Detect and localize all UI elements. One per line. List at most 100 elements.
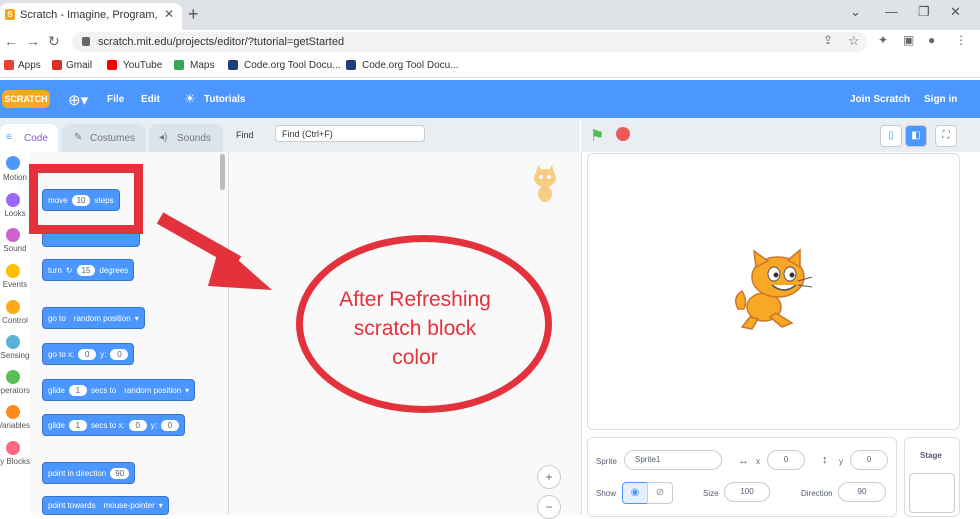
stop-icon[interactable] — [616, 127, 630, 141]
forward-icon[interactable]: → — [26, 33, 40, 49]
annotation-text: After Refreshing scratch block color — [310, 285, 520, 372]
language-globe-icon[interactable]: ⊕▾ — [68, 91, 88, 109]
find-input[interactable]: Find (Ctrl+F) — [275, 125, 425, 142]
close-window-icon[interactable]: ✕ — [950, 4, 961, 20]
show-visible-eye-icon[interactable]: ◉ — [622, 482, 648, 504]
bookmark-codeorg-2[interactable]: Code.org Tool Docu... — [362, 60, 459, 71]
small-stage-icon[interactable]: ▯ — [880, 125, 902, 147]
dropdown-arrow-icon: ▾ — [158, 501, 163, 510]
block-input-y[interactable]: 0 — [160, 419, 179, 431]
category-operators-label[interactable]: Operators — [0, 386, 30, 395]
category-control-label[interactable]: Control — [0, 316, 30, 325]
block-input[interactable]: 90 — [110, 467, 130, 479]
category-sensing-label[interactable]: Sensing — [0, 351, 30, 360]
category-looks-label[interactable]: Looks — [0, 209, 30, 218]
block-text: point towards — [48, 501, 96, 510]
category-events-label[interactable]: Events — [0, 280, 30, 289]
block-turn-degrees[interactable]: turn ↻ 15 degrees — [42, 259, 135, 281]
block-go-to[interactable]: go to random position ▾ — [42, 307, 145, 329]
bookmark-star-icon[interactable]: ☆ — [848, 33, 860, 49]
green-flag-icon[interactable]: ⚑ — [590, 126, 604, 146]
block-input-x[interactable]: 0 — [78, 348, 97, 360]
join-scratch-link[interactable]: Join Scratch — [850, 94, 910, 105]
zoom-out-icon[interactable]: − — [537, 495, 561, 519]
block-input-y[interactable]: 0 — [110, 348, 129, 360]
bookmark-gmail[interactable]: Gmail — [66, 60, 92, 71]
sprite-size-input[interactable]: 100 — [724, 482, 770, 502]
new-tab-icon[interactable]: + — [188, 4, 199, 25]
tab-close-icon[interactable]: ✕ — [164, 7, 174, 21]
bookmark-apps[interactable]: Apps — [18, 60, 41, 71]
tab-sounds[interactable]: ◂) Sounds — [149, 124, 223, 152]
block-go-to-xy[interactable]: go to x: 0 y: 0 — [42, 343, 135, 365]
category-variables-icon[interactable] — [6, 405, 20, 419]
sprite-cat-icon[interactable] — [730, 247, 814, 333]
tab-search-icon[interactable]: ⌄ — [850, 4, 861, 20]
sprite-direction-input[interactable]: 90 — [838, 482, 886, 502]
reload-icon[interactable]: ↻ — [48, 33, 60, 50]
tab-code[interactable]: ≡ Code — [0, 124, 58, 152]
fullscreen-icon[interactable]: ⛶ — [935, 125, 957, 147]
profile-icon[interactable]: ● — [928, 33, 935, 47]
category-sound-label[interactable]: Sound — [0, 244, 30, 253]
bookmark-youtube[interactable]: YouTube — [123, 60, 162, 71]
annotation-line-1: After Refreshing — [339, 288, 491, 311]
category-operators-icon[interactable] — [6, 370, 20, 384]
apps-icon — [4, 60, 14, 70]
costumes-brush-icon: ✎ — [74, 132, 83, 143]
category-myblocks-label[interactable]: My Blocks — [0, 457, 30, 466]
minimize-icon[interactable]: — — [885, 4, 898, 19]
block-glide-to-xy[interactable]: glide 1 secs to x: 0 y: 0 — [42, 414, 185, 436]
category-myblocks-icon[interactable] — [6, 441, 20, 455]
menu-tutorials[interactable]: Tutorials — [204, 94, 245, 105]
sprite-x-input[interactable]: 0 — [767, 450, 805, 470]
sprite-name-input[interactable]: Sprite1 — [624, 450, 722, 470]
browser-menu-icon[interactable]: ⋮ — [955, 33, 967, 47]
block-point-towards[interactable]: point towards mouse-pointer ▾ — [42, 496, 169, 515]
block-point-in-direction[interactable]: point in direction 90 — [42, 462, 136, 484]
block-input[interactable]: 1 — [68, 384, 87, 396]
block-glide-to[interactable]: glide 1 secs to random position ▾ — [42, 379, 196, 401]
large-stage-icon[interactable]: ◧ — [905, 125, 927, 147]
lock-icon[interactable] — [82, 37, 90, 46]
category-control-icon[interactable] — [6, 300, 20, 314]
block-dropdown[interactable]: mouse-pointer — [104, 501, 155, 510]
category-motion-label[interactable]: Motion — [0, 173, 30, 182]
restore-icon[interactable]: ❐ — [918, 4, 930, 20]
tab-costumes[interactable]: ✎ Costumes — [62, 124, 146, 152]
tab-sounds-label: Sounds — [177, 133, 211, 144]
category-sound-icon[interactable] — [6, 228, 20, 242]
menu-file[interactable]: File — [107, 94, 124, 105]
bookmark-maps[interactable]: Maps — [190, 60, 214, 71]
stage-thumbnail[interactable] — [909, 473, 955, 513]
side-panel-icon[interactable]: ▣ — [903, 33, 914, 47]
bookmark-codeorg-1[interactable]: Code.org Tool Docu... — [244, 60, 341, 71]
menu-edit[interactable]: Edit — [141, 94, 160, 105]
extensions-icon[interactable]: ✦ — [878, 33, 888, 47]
block-dropdown[interactable]: random position — [124, 386, 181, 395]
sprite-y-input[interactable]: 0 — [850, 450, 888, 470]
block-input[interactable]: 1 — [68, 419, 87, 431]
x-arrows-icon: ↔ — [738, 455, 749, 467]
block-input[interactable]: 15 — [76, 264, 96, 276]
category-events-icon[interactable] — [6, 264, 20, 278]
share-icon[interactable]: ⇪ — [823, 33, 833, 47]
show-hidden-eye-icon[interactable]: ⊘ — [647, 482, 673, 504]
tab-title: Scratch - Imagine, Program, Sha — [20, 9, 158, 21]
category-motion-icon[interactable] — [6, 156, 20, 170]
back-icon[interactable]: ← — [4, 33, 18, 49]
url-text[interactable]: scratch.mit.edu/projects/editor/?tutoria… — [98, 36, 344, 48]
scratch-logo[interactable]: SCRATCH — [2, 90, 50, 108]
palette-scrollbar[interactable] — [220, 154, 225, 190]
block-input-x[interactable]: 0 — [128, 419, 147, 431]
show-label: Show — [596, 489, 617, 498]
category-variables-label[interactable]: Variables — [0, 421, 30, 430]
sign-in-link[interactable]: Sign in — [924, 94, 957, 105]
category-looks-icon[interactable] — [6, 193, 20, 207]
size-label: Size — [703, 489, 719, 498]
zoom-in-icon[interactable]: + — [537, 465, 561, 489]
category-sensing-icon[interactable] — [6, 335, 20, 349]
block-dropdown[interactable]: random position — [74, 314, 131, 323]
x-label: x — [756, 457, 760, 466]
block-text: secs to x: — [90, 420, 125, 430]
